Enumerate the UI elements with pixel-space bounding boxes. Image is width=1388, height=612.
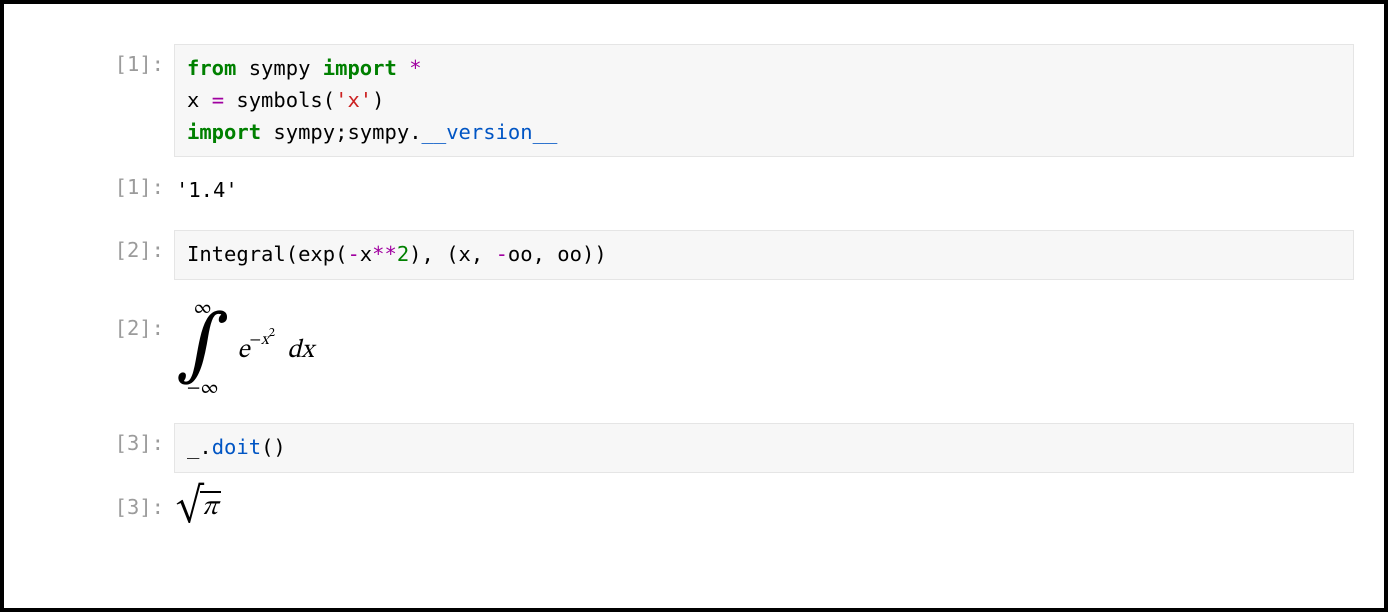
code-input-1[interactable]: from sympy import * x = symbols('x') imp… [174,44,1354,157]
notebook-page: [1]: from sympy import * x = symbols('x'… [0,0,1388,612]
str-x: 'x' [335,88,372,112]
assign-left: x [187,88,212,112]
output-3-math: √ π [174,491,1354,522]
sqrt-sign-icon: √ [176,491,203,522]
num-2: 2 [397,242,409,266]
exp-x: x [261,332,269,348]
exp-two: 2 [269,325,275,338]
method-doit: doit [212,435,261,459]
prompt-in-2: [2]: [34,230,174,262]
cell-3-input: [3]: _.doit() [34,423,1354,473]
prompt-in-3: [3]: [34,423,174,455]
cell-1-input: [1]: from sympy import * x = symbols('x'… [34,44,1354,157]
attr-version: __version__ [422,120,558,144]
var-x: x [360,242,372,266]
pi: π [202,494,218,521]
dx-d: d [287,338,301,364]
call-symbols: symbols( [224,88,335,112]
mod-sympy-1: sympy [249,56,311,80]
cell-2-output: [2]: ∞ ∫ −∞ e−x2 dx [34,298,1354,399]
mod-sympy-3: sympy [347,120,409,144]
mod-sympy-2: sympy [273,120,335,144]
dot: . [409,120,421,144]
exp-neg: − [249,332,261,348]
int-lower-limit: −∞ [187,379,219,398]
op-dstar: ** [372,242,397,266]
prompt-in-1: [1]: [34,44,174,76]
code-input-3[interactable]: _.doit() [174,423,1354,473]
code-input-2[interactable]: Integral(exp(-x**2), (x, -oo, oo)) [174,230,1354,280]
rest-2: oo, oo)) [508,242,607,266]
underscore: _ [187,435,199,459]
call-integral: Integral(exp( [187,242,347,266]
dot-3: . [199,435,211,459]
paren-3: () [261,435,286,459]
op-neg-1: - [347,242,359,266]
rparen-1: ) [372,88,384,112]
output-2-math: ∞ ∫ −∞ e−x2 dx [174,298,1354,399]
op-star: * [409,56,421,80]
kw-import-2: import [187,120,261,144]
prompt-out-3: [3]: [34,491,174,519]
dx-x: x [301,338,313,364]
op-eq: = [212,88,224,112]
rest-1: ), (x, [409,242,495,266]
cell-1-output: [1]: '1.4' [34,175,1354,206]
kw-from: from [187,56,236,80]
math-e: e [237,338,249,364]
op-neg-2: - [496,242,508,266]
cell-3-output: [3]: √ π [34,491,1354,522]
prompt-out-2: [2]: [34,298,174,340]
prompt-out-1: [1]: [34,175,174,199]
output-1-text: '1.4' [174,175,1354,206]
semi: ; [335,120,347,144]
cell-2-input: [2]: Integral(exp(-x**2), (x, -oo, oo)) [34,230,1354,280]
integral-sign-icon: ∫ [176,316,229,380]
kw-import-1: import [323,56,397,80]
